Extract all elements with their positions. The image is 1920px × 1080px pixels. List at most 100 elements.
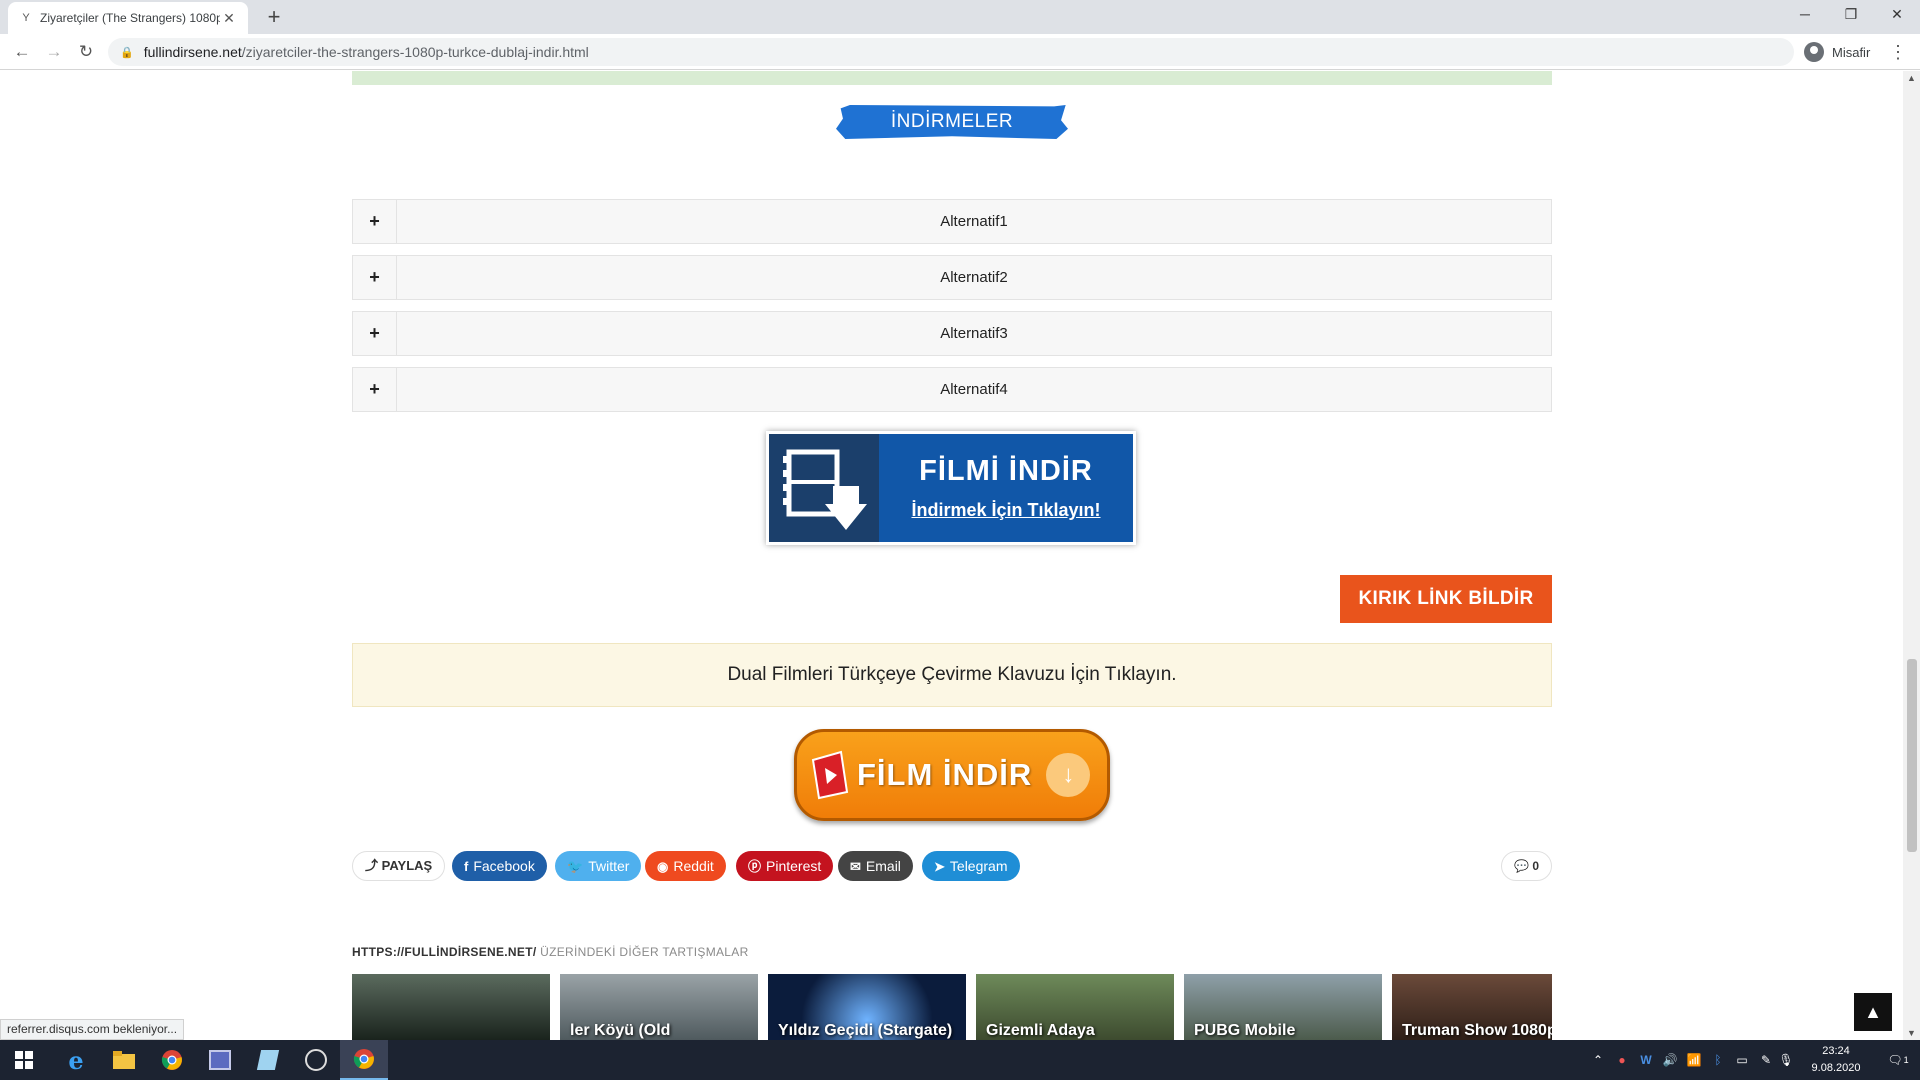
chrome-icon <box>161 1050 182 1070</box>
app-taskbar-button[interactable] <box>196 1040 244 1080</box>
file-explorer-taskbar-button[interactable] <box>100 1040 148 1080</box>
browser-menu-icon[interactable]: ⋮ <box>1888 38 1908 66</box>
url-path: /ziyaretciler-the-strangers-1080p-turkce… <box>241 44 589 60</box>
minimize-button[interactable]: ─ <box>1782 0 1828 30</box>
film-download-banner[interactable]: FİLMİ İNDİR İndirmek İçin Tıklayın! <box>766 431 1136 545</box>
notification-icon: 🗨 <box>1887 1053 1903 1067</box>
windows-logo-icon <box>15 1051 33 1069</box>
tray-bluetooth-icon[interactable]: ᛒ <box>1708 1040 1728 1080</box>
pen-icon[interactable]: ✎ <box>1756 1040 1776 1080</box>
address-bar[interactable]: 🔒 fullindirsene.net/ziyaretciler-the-str… <box>108 38 1794 66</box>
taskbar-clock[interactable]: 23:24 9.08.2020 <box>1796 1043 1876 1077</box>
scroll-to-top-button[interactable]: ▲ <box>1854 993 1892 1031</box>
discussion-thumb[interactable]: ler Köyü (Old <box>560 974 758 1040</box>
tab-strip: Y Ziyaretçiler (The Strangers) 1080p ✕ +… <box>0 0 1920 34</box>
notepad-taskbar-button[interactable] <box>244 1040 292 1080</box>
expand-plus-icon[interactable]: + <box>353 312 397 355</box>
expand-plus-icon[interactable]: + <box>353 200 397 243</box>
clock-time: 23:24 <box>1822 1045 1850 1057</box>
app-icon <box>209 1050 231 1070</box>
profile-button[interactable]: Misafir <box>1804 40 1870 64</box>
discussion-thumb[interactable] <box>352 974 550 1040</box>
folder-icon <box>113 1051 135 1069</box>
windows-taskbar: e ⌃ ● W 🔊 📶 ᛒ ▭ ✎ 🎙 23:24 9.08.2020 🗨 1 <box>0 1040 1920 1080</box>
obs-icon <box>305 1049 327 1071</box>
start-button[interactable] <box>0 1040 48 1080</box>
tray-app-icon[interactable]: ● <box>1612 1040 1632 1080</box>
url-host: fullindirsene.net <box>143 44 242 60</box>
profile-avatar-icon <box>1804 42 1824 62</box>
film-reel-icon <box>811 750 849 800</box>
comment-count-button[interactable]: 💬 0 <box>1501 851 1552 881</box>
share-reddit-button[interactable]: ◉ Reddit <box>645 851 726 881</box>
edge-icon: e <box>68 1045 84 1075</box>
comment-icon: 💬 <box>1514 859 1533 873</box>
discussion-caption: Yıldız Geçidi (Stargate) <box>778 1022 953 1039</box>
share-facebook-button[interactable]: f Facebook <box>452 851 547 881</box>
share-telegram-button[interactable]: ➤ Telegram <box>922 851 1020 881</box>
scroll-down-arrow-icon[interactable]: ▼ <box>1903 1028 1920 1038</box>
share-twitter-button[interactable]: 🐦 Twitter <box>555 851 642 881</box>
reddit-icon: ◉ <box>657 859 669 874</box>
banner-subtitle-link[interactable]: İndirmek İçin Tıklayın! <box>911 500 1100 521</box>
page-scrollbar[interactable]: ▲ ▼ <box>1903 71 1920 1040</box>
share-icon: ⤴ <box>365 858 382 873</box>
email-icon: ✉ <box>850 859 861 874</box>
dual-guide-link[interactable]: Dual Filmleri Türkçeye Çevirme Klavuzu İ… <box>352 643 1552 707</box>
obs-taskbar-button[interactable] <box>292 1040 340 1080</box>
volume-icon[interactable]: 🔊 <box>1660 1040 1680 1080</box>
disqus-site: HTTPS://FULLİNDİRSENE.NET/ <box>352 945 537 959</box>
discussion-thumb[interactable]: Yıldız Geçidi (Stargate) <box>768 974 966 1040</box>
battery-icon[interactable]: ▭ <box>1732 1040 1752 1080</box>
restore-button[interactable]: ❐ <box>1828 0 1874 30</box>
disqus-heading-text: ÜZERİNDEKİ DİĞER TARTIŞMALAR <box>540 945 749 959</box>
chrome-taskbar-button[interactable] <box>148 1040 196 1080</box>
accordion-alternatif3[interactable]: + Alternatif3 <box>352 311 1552 356</box>
discussion-caption: PUBG Mobile <box>1194 1022 1296 1039</box>
new-tab-button[interactable]: + <box>260 4 288 32</box>
share-label: ⤴ PAYLAŞ <box>352 851 446 881</box>
expand-plus-icon[interactable]: + <box>353 256 397 299</box>
discussion-thumb[interactable]: Truman Show 1080p <box>1392 974 1552 1040</box>
film-indir-button[interactable]: FİLM İNDİR ↓ <box>794 729 1110 821</box>
discussion-caption: Truman Show 1080p <box>1402 1022 1552 1039</box>
twitter-icon: 🐦 <box>567 859 584 874</box>
notifications-button[interactable]: 🗨 1 <box>1880 1040 1916 1080</box>
site-favicon-icon: Y <box>22 12 30 24</box>
discussion-thumb[interactable]: PUBG Mobile <box>1184 974 1382 1040</box>
forward-arrow-icon[interactable]: → <box>40 38 68 66</box>
notification-count: 1 <box>1903 1055 1909 1065</box>
film-download-icon <box>769 434 879 542</box>
share-pinterest-button[interactable]: ⓟ Pinterest <box>736 851 834 881</box>
accordion-label: Alternatif4 <box>940 381 1008 398</box>
clock-date: 9.08.2020 <box>1811 1062 1861 1074</box>
accordion-label: Alternatif3 <box>940 325 1008 342</box>
reload-icon[interactable]: ↻ <box>72 38 100 66</box>
edge-taskbar-button[interactable]: e <box>52 1040 100 1080</box>
facebook-icon: f <box>464 859 469 874</box>
accordion-label: Alternatif1 <box>940 213 1008 230</box>
chrome-icon <box>353 1049 374 1069</box>
window-close-button[interactable]: ✕ <box>1874 0 1920 30</box>
accordion-alternatif2[interactable]: + Alternatif2 <box>352 255 1552 300</box>
tab-close-icon[interactable]: ✕ <box>220 10 238 27</box>
tray-word-icon[interactable]: W <box>1636 1040 1656 1080</box>
network-icon[interactable]: 📶 <box>1684 1040 1704 1080</box>
browser-tab[interactable]: Y Ziyaretçiler (The Strangers) 1080p ✕ <box>8 2 248 34</box>
page-viewport: İNDİRMELER + Alternatif1 + Alternatif2 +… <box>0 71 1920 1040</box>
tray-expand-icon[interactable]: ⌃ <box>1588 1040 1608 1080</box>
expand-plus-icon[interactable]: + <box>353 368 397 411</box>
browser-status-bar: referrer.disqus.com bekleniyor... <box>0 1019 185 1040</box>
chrome-active-taskbar-button[interactable] <box>340 1040 388 1080</box>
report-broken-link-button[interactable]: KIRIK LİNK BİLDİR <box>1340 575 1552 623</box>
discussion-thumb[interactable]: Gizemli Adaya <box>976 974 1174 1040</box>
microphone-icon[interactable]: 🎙 <box>1776 1040 1796 1080</box>
accordion-alternatif4[interactable]: + Alternatif4 <box>352 367 1552 412</box>
accordion-alternatif1[interactable]: + Alternatif1 <box>352 199 1552 244</box>
lock-icon: 🔒 <box>120 46 134 59</box>
scroll-up-arrow-icon[interactable]: ▲ <box>1903 73 1920 83</box>
pinterest-icon: ⓟ <box>748 859 762 874</box>
scrollbar-thumb[interactable] <box>1907 659 1917 852</box>
back-arrow-icon[interactable]: ← <box>8 38 36 66</box>
share-email-button[interactable]: ✉ Email <box>838 851 913 881</box>
